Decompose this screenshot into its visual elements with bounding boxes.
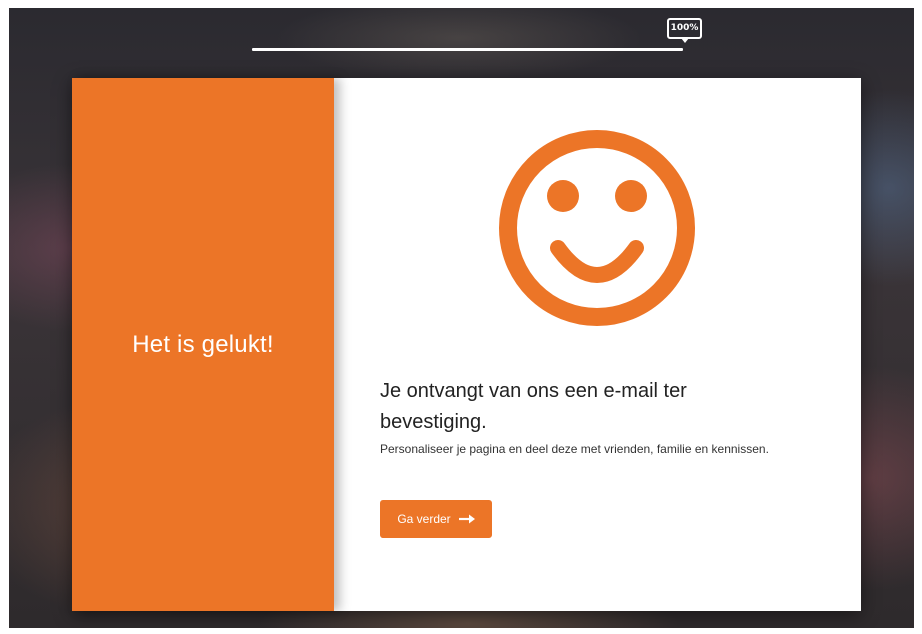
continue-button-label: Ga verder <box>397 512 451 526</box>
progress-fill <box>252 48 683 51</box>
arrow-right-icon <box>458 514 475 524</box>
smiley-face-icon <box>499 130 695 326</box>
progress-bar <box>252 48 683 51</box>
confirmation-card: Het is gelukt! Je ontvangt van ons een e… <box>72 78 861 611</box>
confirmation-headline: Je ontvangt van ons een e-mail ter beves… <box>380 380 687 433</box>
confirmation-subtext: Personaliseer je pagina en deel deze met… <box>380 442 769 456</box>
continue-button[interactable]: Ga verder <box>380 500 492 538</box>
progress-percentage-badge: 100% <box>667 18 702 43</box>
success-title: Het is gelukt! <box>132 330 274 358</box>
content-panel: Je ontvangt van ons een e-mail ter beves… <box>334 78 861 611</box>
side-panel: Het is gelukt! <box>72 78 334 611</box>
background-image: 100% Het is gelukt! Je ontvangt van ons … <box>9 8 914 628</box>
